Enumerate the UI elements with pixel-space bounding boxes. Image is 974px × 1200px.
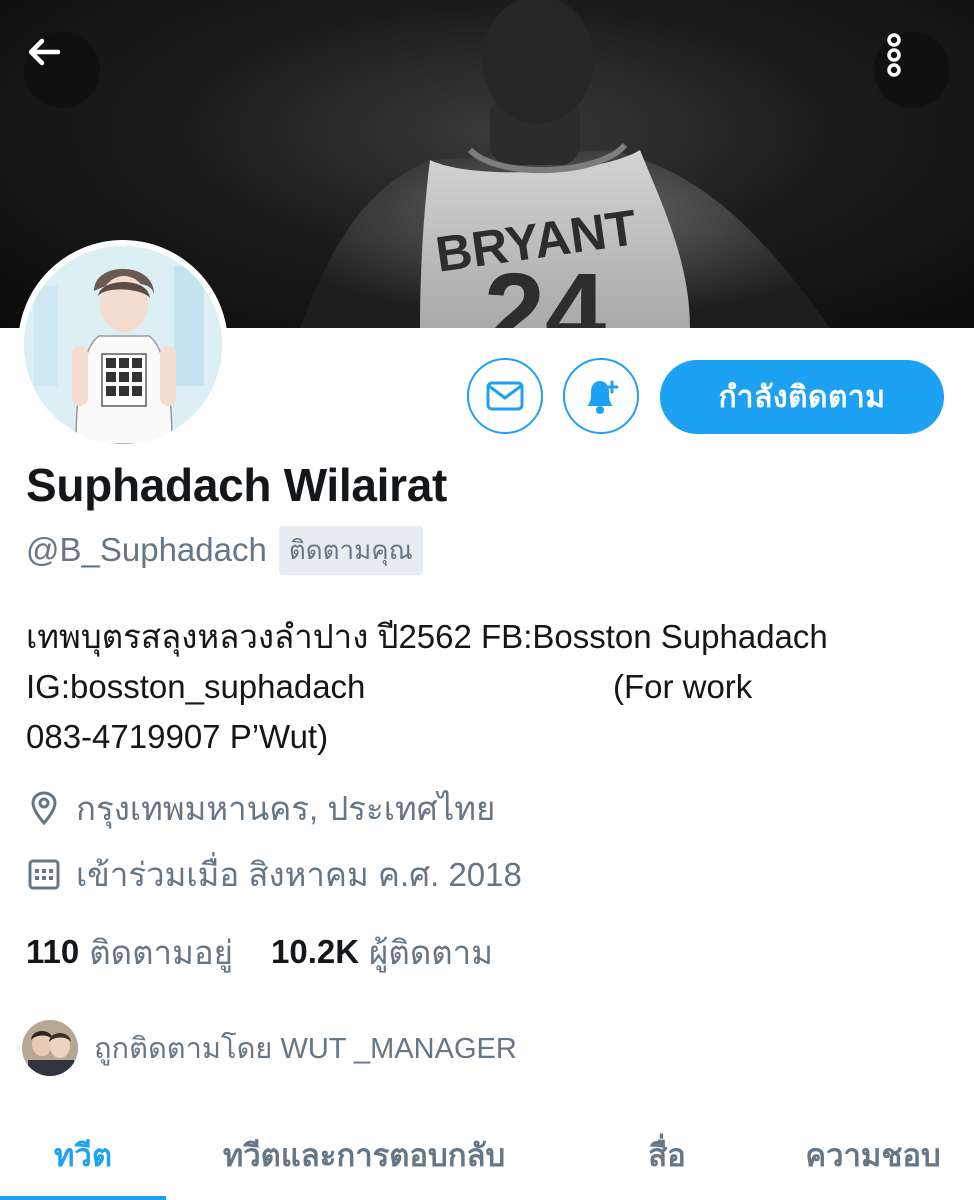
profile-handle: @B_Suphadach xyxy=(26,531,267,568)
following-count: 110 xyxy=(26,933,80,970)
location-row: กรุงเทพมหานคร, ประเทศไทย xyxy=(26,786,495,830)
follower-avatar xyxy=(22,1020,78,1076)
followed-by-text: ถูกติดตามโดย WUT _MANAGER xyxy=(94,1033,517,1065)
notifications-button[interactable] xyxy=(563,358,639,434)
bio-line: 083-4719907 P’Wut) xyxy=(26,718,329,755)
following-button[interactable]: กำลังติดตาม xyxy=(660,360,944,434)
bio-line: IG:bosston_suphadach (For work xyxy=(26,668,753,705)
followers-count: 10.2K xyxy=(270,933,360,970)
tab-tweets[interactable]: ทวีต xyxy=(0,1110,166,1200)
followers-label: ผู้ติดตาม xyxy=(369,933,493,971)
location-text: กรุงเทพมหานคร, ประเทศไทย xyxy=(76,789,496,827)
profile-avatar[interactable] xyxy=(18,240,228,450)
more-options-button[interactable] xyxy=(874,32,950,108)
bell-plus-icon xyxy=(587,380,619,414)
profile-tabs: ทวีต ทวีตและการตอบกลับ สื่อ ความชอบ xyxy=(0,1110,974,1200)
joined-text: เข้าร่วมเมื่อ สิงหาคม ค.ศ. 2018 xyxy=(76,855,522,893)
followed-by-row[interactable]: ถูกติดตามโดย WUT _MANAGER xyxy=(22,1020,517,1076)
arrow-left-icon xyxy=(28,38,61,66)
tab-media[interactable]: สื่อ xyxy=(562,1110,772,1200)
calendar-icon xyxy=(26,856,62,892)
handle-row: @B_Suphadach ติดตามคุณ xyxy=(26,525,423,575)
banner-jersey-number: 24 xyxy=(484,251,606,328)
bio-line: เทพบุตรสลุงหลวงลำปาง ปี2562 FB:Bosston S… xyxy=(26,618,828,655)
follow-stats: 110 ติดตามอยู่ 10.2K ผู้ติดตาม xyxy=(26,930,531,974)
envelope-icon xyxy=(486,381,524,411)
message-button[interactable] xyxy=(467,358,543,434)
profile-bio: เทพบุตรสลุงหลวงลำปาง ปี2562 FB:Bosston S… xyxy=(26,612,956,762)
tab-likes[interactable]: ความชอบ xyxy=(772,1110,974,1200)
follows-you-badge: ติดตามคุณ xyxy=(278,525,423,575)
back-button[interactable] xyxy=(24,32,100,108)
avatar-illustration xyxy=(24,246,222,444)
joined-row: เข้าร่วมเมื่อ สิงหาคม ค.ศ. 2018 xyxy=(26,852,522,896)
map-pin-icon xyxy=(26,790,62,826)
more-vertical-icon xyxy=(887,33,901,77)
following-label: ติดตามอยู่ xyxy=(89,933,233,971)
followers-stat[interactable]: 10.2K ผู้ติดตาม xyxy=(271,926,493,979)
tab-tweets-and-replies[interactable]: ทวีตและการตอบกลับ xyxy=(166,1110,562,1200)
following-stat[interactable]: 110 ติดตามอยู่ xyxy=(26,926,233,979)
profile-name: Suphadach Wilairat xyxy=(26,459,448,511)
